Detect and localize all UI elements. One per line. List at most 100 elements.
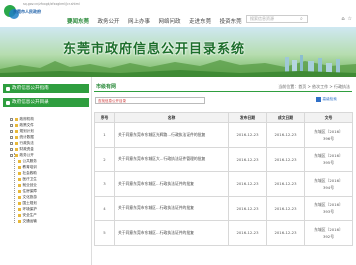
tree-item[interactable]: 统计数据 bbox=[20, 135, 34, 139]
tree-subitem[interactable]: 就业创业 bbox=[23, 183, 37, 187]
catalog-search-input[interactable]: 查找信息公开目录 bbox=[95, 97, 205, 104]
search-icon bbox=[316, 97, 321, 102]
search-icon[interactable]: ⌕ bbox=[300, 16, 303, 22]
tree-subitem[interactable]: 安全生产 bbox=[23, 213, 37, 217]
star-icon[interactable]: ☆ bbox=[348, 16, 352, 22]
expand-icon[interactable] bbox=[10, 123, 13, 127]
catalog-button[interactable]: 政府信息公开目录 bbox=[3, 98, 89, 107]
tree-item[interactable]: 政府机构 bbox=[20, 117, 34, 121]
tree-subitem[interactable]: 交通运输 bbox=[23, 219, 37, 223]
expand-icon[interactable] bbox=[10, 147, 13, 151]
folder-icon bbox=[18, 201, 21, 205]
page-title: 东莞市政府信息公开目录系统 bbox=[63, 42, 246, 57]
tree-subitem[interactable]: 环境保护 bbox=[23, 207, 37, 211]
document-date: 2016-12-23 bbox=[266, 171, 305, 197]
site-search-input[interactable]: 搜索信息资源 bbox=[246, 15, 308, 23]
table-header-row: 序号 名称 发布日期 成文日期 文号 bbox=[94, 112, 353, 123]
nav-item-news[interactable]: 要闻东莞 bbox=[67, 17, 89, 25]
document-number: 东城区〔2016〕 396号 bbox=[304, 122, 353, 148]
logo-text: 东莞市人民政府 bbox=[13, 9, 41, 14]
folder-icon bbox=[15, 135, 18, 139]
advanced-search-label: 高级检索 bbox=[322, 97, 337, 101]
folder-icon bbox=[15, 129, 18, 133]
col-header-pub-date: 发布日期 bbox=[228, 112, 267, 123]
folder-icon bbox=[15, 147, 18, 151]
publish-date: 2016-12-23 bbox=[228, 220, 267, 246]
folder-icon bbox=[18, 195, 21, 199]
folder-icon bbox=[18, 189, 21, 193]
document-number: 东城区〔2016〕 395号 bbox=[304, 146, 353, 172]
folder-icon bbox=[18, 159, 21, 163]
collapse-icon[interactable] bbox=[10, 153, 13, 157]
document-date: 2016-12-23 bbox=[266, 220, 305, 246]
table-row: 2 关于同意东莞市东城区大…行政执法证件管理的批复 2016-12-23 201… bbox=[94, 146, 353, 172]
top-bar: 东莞市人民政府 sq.gov.cn/zfxxgk/zfxxgkml/jcr.sh… bbox=[0, 0, 356, 27]
tree-subitem[interactable]: 国土规划 bbox=[23, 201, 37, 205]
document-date: 2016-12-23 bbox=[266, 146, 305, 172]
main-nav: 要闻东莞 政务公开 网上办事 网络问政 走进东莞 投资东莞 bbox=[67, 17, 250, 25]
tree-item[interactable]: 规划计划 bbox=[20, 129, 34, 133]
row-number: 3 bbox=[94, 171, 115, 197]
col-header-no: 序号 bbox=[94, 112, 115, 123]
document-link[interactable]: 关于同意东莞市东城区大…行政执法证件管理的批复 bbox=[114, 146, 229, 172]
document-link[interactable]: 关于同意东莞市东城区…行政执法证件的批复 bbox=[114, 220, 229, 246]
tree-subitem[interactable]: 医疗卫生 bbox=[23, 177, 37, 181]
tree-subitem[interactable]: 公共服务 bbox=[23, 159, 37, 163]
folder-icon bbox=[18, 177, 21, 181]
tree-subitem[interactable]: 文化旅游 bbox=[23, 195, 37, 199]
document-link[interactable]: 关于同意东莞市东城区…行政执法证件的批复 bbox=[114, 171, 229, 197]
section-header: 市级有网 当前位置：首页 > 依次工作 > 行政执法 bbox=[94, 83, 352, 92]
nav-item-explore[interactable]: 走进东莞 bbox=[189, 17, 211, 25]
publish-date: 2016-12-23 bbox=[228, 146, 267, 172]
publish-date: 2016-12-23 bbox=[228, 122, 267, 148]
main-content: 市级有网 当前位置：首页 > 依次工作 > 行政执法 查找信息公开目录 高级检索… bbox=[92, 77, 356, 265]
publish-date: 2016-12-23 bbox=[228, 171, 267, 197]
document-link[interactable]: 关于同意东莞市东城区…行政执法证件的批复 bbox=[114, 195, 229, 221]
advanced-search-button[interactable]: 高级检索 bbox=[316, 97, 337, 102]
tree-connector bbox=[14, 153, 15, 223]
table-row: 5 关于同意东莞市东城区…行政执法证件的批复 2016-12-23 2016-1… bbox=[94, 220, 353, 246]
banner: 东莞市政府信息公开目录系统 bbox=[0, 27, 356, 77]
folder-icon bbox=[18, 165, 21, 169]
city-skyline-image bbox=[0, 55, 356, 77]
folder-icon bbox=[15, 117, 18, 121]
col-header-doc-date: 成文日期 bbox=[266, 112, 305, 123]
nav-item-invest[interactable]: 投资东莞 bbox=[220, 17, 242, 25]
breadcrumb[interactable]: 当前位置：首页 > 依次工作 > 行政执法 bbox=[278, 84, 350, 90]
nav-item-online-inquiry[interactable]: 网络问政 bbox=[159, 17, 181, 25]
document-date: 2016-12-23 bbox=[266, 195, 305, 221]
col-header-name: 名称 bbox=[114, 112, 229, 123]
table-row: 3 关于同意东莞市东城区…行政执法证件的批复 2016-12-23 2016-1… bbox=[94, 171, 353, 197]
tree-subitem[interactable]: 住房保障 bbox=[23, 189, 37, 193]
nav-item-gov-open[interactable]: 政务公开 bbox=[98, 17, 120, 25]
tree-item[interactable]: 行政执法 bbox=[20, 141, 34, 145]
address-bar[interactable]: sq.gov.cn/zfxxgk/zfxxgkml/jcr.shtml bbox=[23, 2, 80, 6]
home-icon[interactable]: ⌂ bbox=[341, 16, 344, 22]
document-number: 东城区〔2016〕 392号 bbox=[304, 220, 353, 246]
document-number: 东城区〔2016〕 394号 bbox=[304, 171, 353, 197]
nav-item-online-services[interactable]: 网上办事 bbox=[128, 17, 150, 25]
tree-item[interactable]: 政策文件 bbox=[20, 123, 34, 127]
document-date: 2016-12-23 bbox=[266, 122, 305, 148]
row-number: 2 bbox=[94, 146, 115, 172]
document-link[interactable]: 关于同意东莞市东城区光辉路…行政执法证件的批复 bbox=[114, 122, 229, 148]
expand-icon[interactable] bbox=[10, 141, 13, 145]
folder-icon bbox=[18, 207, 21, 211]
section-title: 市级有网 bbox=[96, 84, 117, 90]
row-number: 4 bbox=[94, 195, 115, 221]
expand-icon[interactable] bbox=[10, 129, 13, 133]
folder-icon bbox=[18, 213, 21, 217]
document-number: 东城区〔2016〕 393号 bbox=[304, 195, 353, 221]
folder-icon bbox=[15, 141, 18, 145]
guide-button[interactable]: 政府信息公开指南 bbox=[3, 84, 89, 93]
tree-subitem[interactable]: 社会救助 bbox=[23, 171, 37, 175]
folder-open-icon bbox=[15, 153, 18, 157]
table-row: 1 关于同意东莞市东城区光辉路…行政执法证件的批复 2016-12-23 201… bbox=[94, 122, 353, 148]
tree-subitem[interactable]: 教育培训 bbox=[23, 165, 37, 169]
expand-icon[interactable] bbox=[10, 135, 13, 139]
tree-item[interactable]: 财政资金 bbox=[20, 147, 34, 151]
expand-icon[interactable] bbox=[10, 117, 13, 121]
col-header-doc-number: 文号 bbox=[304, 112, 353, 123]
tree-item[interactable]: 政务公开 bbox=[20, 153, 34, 157]
results-table: 序号 名称 发布日期 成文日期 文号 1 关于同意东莞市东城区光辉路…行政执法证… bbox=[94, 112, 353, 246]
